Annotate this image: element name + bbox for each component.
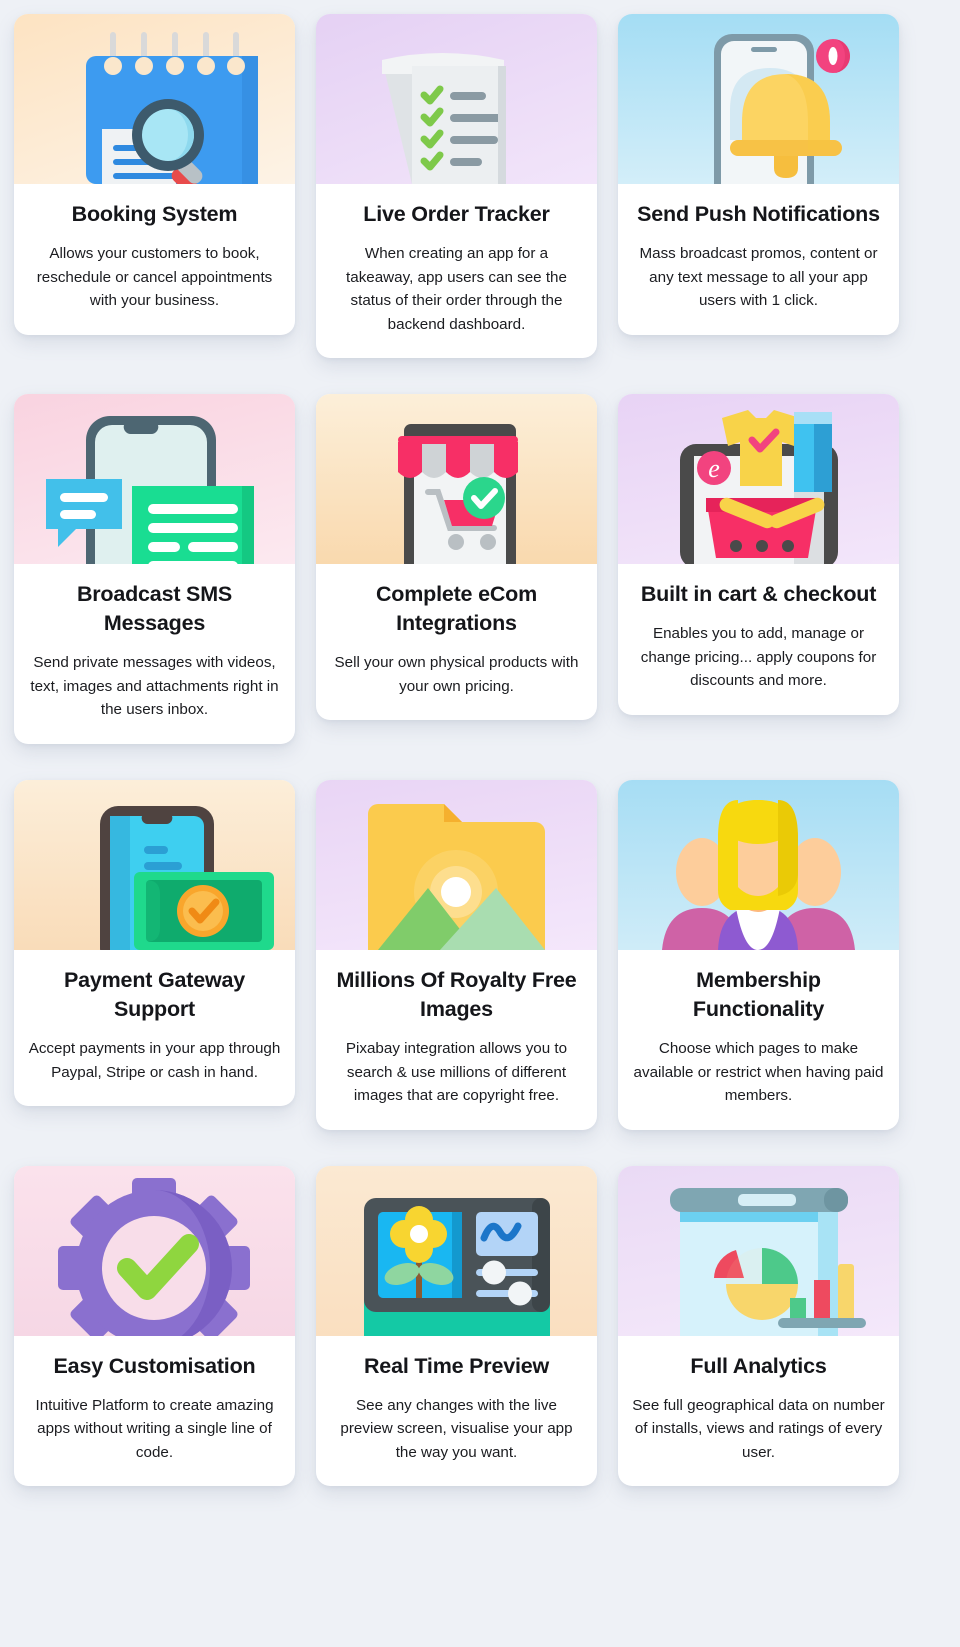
- card-media: [618, 14, 899, 184]
- receipt-checklist-icon: [382, 53, 506, 184]
- card-description: Accept payments in your app through Payp…: [28, 1040, 281, 1081]
- feature-card-royalty-free-images[interactable]: Millions Of Royalty Free Images Pixabay …: [316, 779, 597, 1130]
- card-description: Pixabay integration allows you to search…: [345, 1040, 568, 1105]
- calendar-search-icon: [86, 32, 258, 184]
- feature-card-payment-gateway-support[interactable]: Payment Gateway Support Accept payments …: [14, 779, 295, 1107]
- card-description: Send private messages with videos, text,…: [30, 654, 279, 719]
- card-body: Broadcast SMS Messages Send private mess…: [14, 564, 295, 744]
- feature-card-built-in-cart-checkout[interactable]: e Built in cart & checkout Enables you t…: [618, 394, 899, 715]
- card-description: Mass broadcast promos, content or any te…: [639, 245, 878, 310]
- card-media: [316, 1165, 597, 1336]
- card-title: Broadcast SMS Messages: [76, 582, 233, 636]
- card-body: Easy Customisation Intuitive Platform to…: [14, 1336, 295, 1487]
- feature-card-booking-system[interactable]: Booking System Allows your customers to …: [14, 14, 295, 335]
- card-description: Sell your own physical products with you…: [334, 654, 579, 695]
- feature-card-real-time-preview[interactable]: Real Time Preview See any changes with t…: [316, 1165, 597, 1487]
- card-body: Millions Of Royalty Free Images Pixabay …: [316, 950, 597, 1130]
- feature-card-broadcast-sms-messages[interactable]: Broadcast SMS Messages Send private mess…: [14, 394, 295, 744]
- card-media: [14, 1165, 295, 1336]
- card-title: Real Time Preview: [363, 1353, 550, 1378]
- card-body: Built in cart & checkout Enables you to …: [618, 564, 899, 715]
- card-media: [316, 779, 597, 950]
- feature-card-membership-functionality[interactable]: Membership Functionality Choose which pa…: [618, 779, 899, 1130]
- phone-money-icon: [100, 805, 274, 950]
- card-title: Payment Gateway Support: [63, 967, 246, 1021]
- card-media: [316, 394, 597, 565]
- feature-card-send-push-notifications[interactable]: Send Push Notifications Mass broadcast p…: [618, 14, 899, 335]
- card-media: [14, 779, 295, 950]
- card-title: Live Order Tracker: [363, 202, 550, 226]
- phone-bell-notification-icon: [714, 34, 850, 184]
- feature-card-full-analytics[interactable]: Full Analytics See full geographical dat…: [618, 1165, 899, 1487]
- card-title: Built in cart & checkout: [640, 582, 877, 607]
- card-description: See full geographical data on number of …: [632, 1396, 885, 1461]
- card-title: Booking System: [71, 202, 238, 226]
- card-media: [316, 14, 597, 184]
- phone-chat-bubbles-icon: [46, 416, 254, 565]
- card-body: Payment Gateway Support Accept payments …: [14, 950, 295, 1106]
- card-title: Easy Customisation: [53, 1353, 256, 1378]
- feature-card-grid: Booking System Allows your customers to …: [0, 0, 960, 1487]
- storefront-cart-icon: [398, 424, 518, 565]
- card-description: Intuitive Platform to create amazing app…: [35, 1396, 274, 1461]
- shopping-basket-clothes-icon: e: [680, 410, 838, 565]
- people-group-icon: [662, 799, 855, 950]
- card-title: Send Push Notifications: [637, 202, 880, 226]
- card-title: Complete eCom Integrations: [375, 582, 538, 636]
- feature-card-live-order-tracker[interactable]: Live Order Tracker When creating an app …: [316, 14, 597, 359]
- card-media: [618, 1165, 899, 1336]
- card-description: When creating an app for a takeaway, app…: [346, 245, 567, 333]
- card-description: Allows your customers to book, reschedul…: [36, 245, 273, 310]
- card-title: Full Analytics: [690, 1353, 827, 1378]
- analytics-charts-icon: [670, 1187, 866, 1336]
- card-media: [14, 394, 295, 565]
- card-body: Live Order Tracker When creating an app …: [316, 184, 597, 358]
- card-body: Send Push Notifications Mass broadcast p…: [618, 184, 899, 335]
- card-media: [14, 14, 295, 184]
- card-body: Real Time Preview See any changes with t…: [316, 1336, 597, 1487]
- card-description: Choose which pages to make available or …: [633, 1040, 884, 1105]
- card-body: Booking System Allows your customers to …: [14, 184, 295, 335]
- svg-text:e: e: [708, 454, 720, 483]
- card-body: Full Analytics See full geographical dat…: [618, 1336, 899, 1487]
- card-body: Membership Functionality Choose which pa…: [618, 950, 899, 1130]
- card-title: Membership Functionality: [692, 967, 825, 1021]
- card-description: See any changes with the live preview sc…: [340, 1396, 573, 1461]
- preview-screen-icon: [364, 1197, 550, 1336]
- gear-check-icon: [58, 1177, 250, 1336]
- feature-card-complete-ecom-integrations[interactable]: Complete eCom Integrations Sell your own…: [316, 394, 597, 721]
- card-body: Complete eCom Integrations Sell your own…: [316, 564, 597, 720]
- image-folder-icon: [368, 803, 545, 950]
- feature-card-easy-customisation[interactable]: Easy Customisation Intuitive Platform to…: [14, 1165, 295, 1487]
- card-title: Millions Of Royalty Free Images: [336, 967, 577, 1021]
- card-media: [618, 779, 899, 950]
- card-media: e: [618, 394, 899, 565]
- card-description: Enables you to add, manage or change pri…: [640, 625, 877, 690]
